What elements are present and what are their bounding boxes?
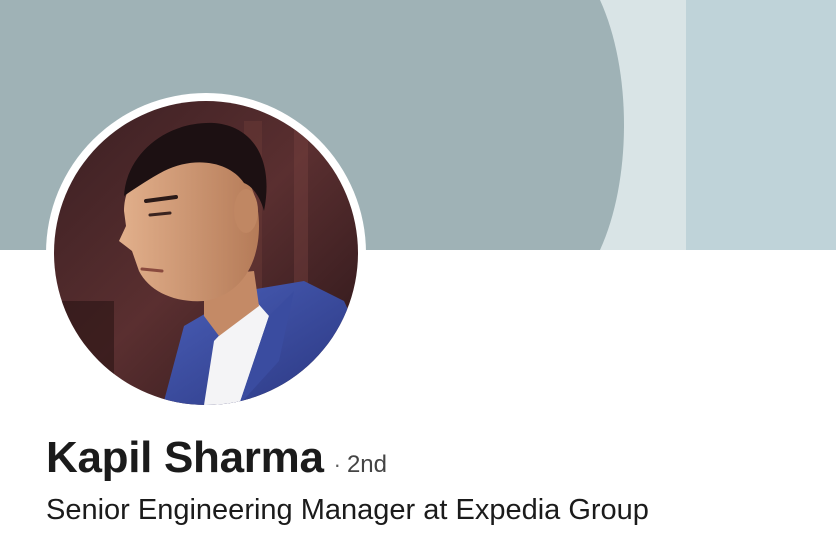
profile-photo-image bbox=[54, 101, 358, 405]
name-degree-separator: · bbox=[333, 452, 341, 477]
profile-headline: Senior Engineering Manager at Expedia Gr… bbox=[46, 494, 649, 526]
profile-top-card: Kapil Sharma · 2nd Senior Engineering Ma… bbox=[0, 0, 836, 558]
avatar bbox=[54, 101, 358, 405]
connection-degree: 2nd bbox=[346, 451, 387, 478]
profile-photo[interactable] bbox=[46, 93, 366, 413]
profile-name: Kapil Sharma bbox=[46, 433, 324, 482]
profile-name-row: Kapil Sharma · 2nd bbox=[46, 433, 387, 483]
